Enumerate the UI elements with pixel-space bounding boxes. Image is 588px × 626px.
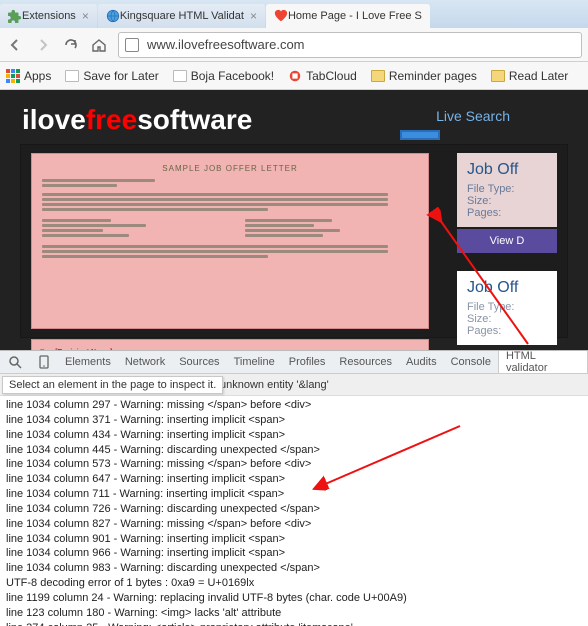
apps-label: Apps	[24, 69, 51, 83]
browser-tab-ilovefree[interactable]: Home Page - I Love Free S	[266, 4, 430, 28]
bookmark-item[interactable]: Boja Facebook!	[173, 69, 274, 83]
console-line: line 1034 column 647 - Warning: insertin…	[6, 472, 582, 487]
side-card: Job Off File Type: Size: Pages:	[457, 271, 557, 345]
logo-part: free	[86, 104, 137, 135]
page-viewport: ilovefreesoftware Live Search SAMPLE JOB…	[0, 90, 588, 350]
document-preview: SAMPLE JOB OFFER LETTER	[31, 153, 429, 329]
forward-button[interactable]	[34, 36, 52, 54]
search-input[interactable]	[400, 130, 440, 140]
card-title: Job Off	[467, 161, 547, 179]
devtab-profiles[interactable]: Profiles	[282, 351, 333, 373]
browser-tab-extensions[interactable]: Extensions ×	[0, 4, 97, 28]
bookmark-label: Reminder pages	[389, 69, 477, 83]
globe-icon	[106, 9, 120, 23]
puzzle-icon	[8, 9, 22, 23]
bookmark-label: Boja Facebook!	[191, 69, 274, 83]
console-line: UTF-8 decoding error of 1 bytes : 0xa9 =…	[6, 576, 582, 591]
site-icon	[125, 38, 139, 52]
devtab-network[interactable]: Network	[118, 351, 172, 373]
document-preview-text: Dear[Recipient Name], We are pleased to …	[31, 339, 429, 350]
card-line: Pages:	[467, 207, 547, 219]
close-icon[interactable]: ×	[82, 9, 89, 23]
devtab-audits[interactable]: Audits	[399, 351, 444, 373]
tabcloud-icon	[288, 69, 302, 83]
console-line: line 1034 column 711 - Warning: insertin…	[6, 487, 582, 502]
console-line: line 1034 column 445 - Warning: discardi…	[6, 443, 582, 458]
side-card: Job Off File Type: Size: Pages:	[457, 153, 557, 227]
apps-button[interactable]: Apps	[6, 69, 51, 83]
card-line: Pages:	[467, 325, 547, 337]
heart-icon	[274, 9, 288, 23]
console-line: line 1034 column 573 - Warning: missing …	[6, 457, 582, 472]
console-line: line 123 column 180 - Warning: <img> lac…	[6, 606, 582, 621]
inspect-tooltip: Select an element in the page to inspect…	[2, 376, 223, 394]
bookmark-item[interactable]: Read Later	[491, 69, 568, 83]
devtab-elements[interactable]: Elements	[58, 351, 118, 373]
bookmark-item[interactable]: TabCloud	[288, 69, 357, 83]
tool-tail-text: unknown entity '&lang'	[220, 379, 329, 391]
tab-label: Extensions	[22, 10, 76, 22]
card-line: File Type:	[467, 301, 547, 313]
card-line: Size:	[467, 313, 547, 325]
devtab-sources[interactable]: Sources	[172, 351, 226, 373]
console-line: line 1034 column 983 - Warning: discardi…	[6, 561, 582, 576]
home-button[interactable]	[90, 36, 108, 54]
tab-label: Kingsquare HTML Validat	[120, 10, 244, 22]
console-line: line 1034 column 966 - Warning: insertin…	[6, 546, 582, 561]
console-line: line 1034 column 827 - Warning: missing …	[6, 517, 582, 532]
inspector-overlay: SAMPLE JOB OFFER LETTER Dear[Recipient N…	[20, 144, 568, 338]
browser-tab-strip: Extensions × Kingsquare HTML Validat × H…	[0, 0, 588, 28]
console-line: line 374 column 25 - Warning: <article> …	[6, 621, 582, 626]
apps-icon	[6, 69, 20, 83]
doc-line: Dear[Recipient Name],	[40, 348, 420, 350]
card-title: Job Off	[467, 279, 547, 297]
address-bar[interactable]: www.ilovefreesoftware.com	[118, 32, 582, 58]
folder-icon	[491, 70, 505, 82]
bookmark-label: Save for Later	[83, 69, 158, 83]
inspect-icon[interactable]	[0, 351, 30, 373]
console-line: line 1034 column 726 - Warning: discardi…	[6, 502, 582, 517]
close-icon[interactable]: ×	[250, 9, 257, 23]
bookmark-item[interactable]: Save for Later	[65, 69, 158, 83]
page-icon	[65, 70, 79, 82]
devtab-resources[interactable]: Resources	[332, 351, 399, 373]
reload-button[interactable]	[62, 36, 80, 54]
doc-title: SAMPLE JOB OFFER LETTER	[42, 164, 418, 173]
view-button[interactable]: View D	[457, 229, 557, 253]
console-line: line 1199 column 24 - Warning: replacing…	[6, 591, 582, 606]
address-text: www.ilovefreesoftware.com	[147, 37, 305, 52]
device-icon[interactable]	[30, 351, 58, 373]
devtab-timeline[interactable]: Timeline	[227, 351, 282, 373]
bookmark-label: Read Later	[509, 69, 568, 83]
devtools-toolbar: unknown entity '&lang' Select an element…	[0, 374, 588, 396]
browser-toolbar: www.ilovefreesoftware.com	[0, 28, 588, 62]
folder-icon	[371, 70, 385, 82]
console-line: line 1034 column 371 - Warning: insertin…	[6, 413, 582, 428]
sidebar: Job Off File Type: Size: Pages: View D J…	[457, 153, 557, 345]
logo-part: ilove	[22, 104, 86, 135]
console-line: line 1034 column 901 - Warning: insertin…	[6, 532, 582, 547]
console-line: line 1034 column 297 - Warning: missing …	[6, 398, 582, 413]
bookmarks-bar: Apps Save for Later Boja Facebook! TabCl…	[0, 62, 588, 90]
validator-console[interactable]: line 1034 column 297 - Warning: missing …	[0, 396, 588, 626]
card-line: File Type:	[467, 183, 547, 195]
site-logo[interactable]: ilovefreesoftware	[22, 104, 252, 136]
logo-part: software	[137, 104, 252, 135]
browser-tab-kingsquare[interactable]: Kingsquare HTML Validat ×	[98, 4, 265, 28]
bookmark-item[interactable]: Reminder pages	[371, 69, 477, 83]
devtab-html-validator[interactable]: HTML validator	[498, 351, 588, 373]
page-icon	[173, 70, 187, 82]
console-line: line 1034 column 434 - Warning: insertin…	[6, 428, 582, 443]
live-search-label[interactable]: Live Search	[436, 108, 510, 124]
tab-label: Home Page - I Love Free S	[288, 10, 422, 22]
bookmark-label: TabCloud	[306, 69, 357, 83]
card-line: Size:	[467, 195, 547, 207]
devtab-console[interactable]: Console	[444, 351, 498, 373]
back-button[interactable]	[6, 36, 24, 54]
devtools-tabbar: Elements Network Sources Timeline Profil…	[0, 350, 588, 374]
